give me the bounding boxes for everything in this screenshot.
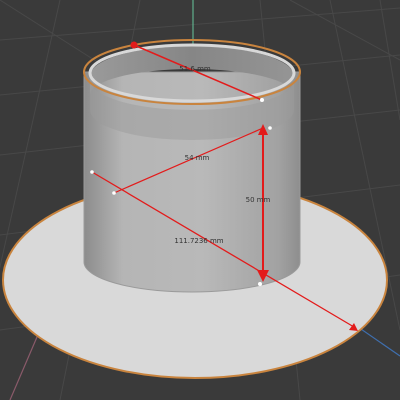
measure-label-height: 50 mm [246,196,271,204]
measure-endpoint[interactable] [260,98,264,102]
measure-endpoint[interactable] [258,282,262,286]
measure-label-inner-diameter: 51.6 mm [179,65,211,73]
measure-handle[interactable] [130,41,138,49]
x-axis-line [9,329,41,400]
measure-endpoint[interactable] [90,170,94,174]
measure-label-radius: 54 mm [185,154,210,162]
measure-endpoint[interactable] [112,191,116,195]
3d-viewport[interactable]: 51.6 mm 54 mm 50 mm 111.7236 mm [0,0,400,400]
measure-endpoint[interactable] [268,126,272,130]
measure-label-outer-diameter: 111.7236 mm [174,237,223,245]
